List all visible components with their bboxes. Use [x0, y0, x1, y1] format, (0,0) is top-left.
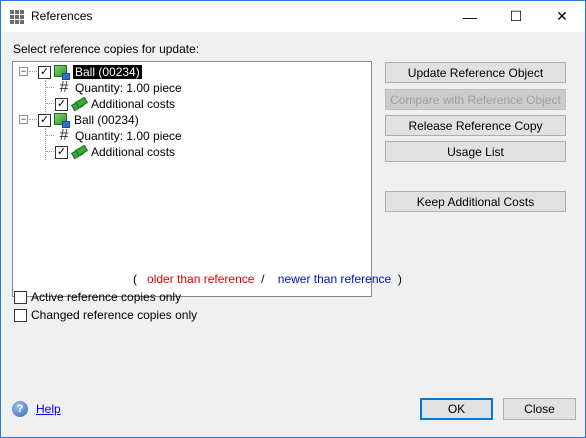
- costs-label: Additional costs: [91, 97, 176, 111]
- tree-node-checkbox[interactable]: ✓: [38, 65, 51, 79]
- money-icon: [70, 144, 89, 160]
- update-reference-object-button[interactable]: Update Reference Object: [385, 62, 566, 83]
- select-label: Select reference copies for update:: [13, 42, 200, 56]
- collapse-icon[interactable]: −: [19, 115, 28, 124]
- part-icon: [54, 112, 70, 128]
- part-icon: [54, 64, 70, 80]
- minimize-button[interactable]: —: [447, 1, 493, 32]
- quantity-label: Quantity: 1.00 piece: [75, 81, 182, 95]
- tree-node-ball-1[interactable]: ✓ Ball (00234): [38, 64, 142, 80]
- app-grid-icon: [10, 10, 24, 24]
- title-bar: References — ☐ ✕: [1, 1, 585, 32]
- tree-node-ball-2[interactable]: ✓ Ball (00234): [38, 112, 139, 128]
- active-only-option[interactable]: Active reference copies only: [14, 290, 181, 304]
- changed-only-option[interactable]: Changed reference copies only: [14, 308, 197, 322]
- hash-icon: #: [59, 79, 69, 96]
- window-title: References: [31, 9, 93, 23]
- tree-node-label: Ball (00234): [74, 113, 139, 127]
- legend-open-paren: (: [133, 272, 137, 286]
- tree-node-checkbox[interactable]: ✓: [55, 145, 68, 159]
- changed-only-label: Changed reference copies only: [31, 308, 198, 322]
- reference-tree[interactable]: − ✓ Ball (00234) # Quantity: 1.00 piece …: [12, 61, 372, 297]
- dialog-content: Select reference copies for update: − ✓ …: [1, 32, 585, 437]
- ok-button[interactable]: OK: [420, 398, 493, 420]
- close-button[interactable]: Close: [503, 398, 576, 420]
- keep-additional-costs-button[interactable]: Keep Additional Costs: [385, 191, 566, 212]
- tree-node-checkbox[interactable]: ✓: [38, 113, 51, 127]
- tree-node-additional-costs[interactable]: ✓ Additional costs: [55, 96, 175, 112]
- changed-only-checkbox[interactable]: [14, 308, 27, 322]
- tree-node-quantity[interactable]: # Quantity: 1.00 piece: [55, 127, 182, 144]
- tree-node-label: Ball (00234): [73, 65, 142, 79]
- maximize-button[interactable]: ☐: [493, 1, 539, 32]
- legend-older: older than reference: [147, 272, 255, 286]
- help-icon[interactable]: ?: [12, 401, 28, 417]
- references-dialog: References — ☐ ✕ Select reference copies…: [0, 0, 586, 438]
- costs-label: Additional costs: [91, 145, 176, 159]
- legend-close-paren: ): [397, 272, 402, 286]
- quantity-label: Quantity: 1.00 piece: [75, 129, 182, 143]
- usage-list-button[interactable]: Usage List: [385, 141, 566, 162]
- help-link[interactable]: Help: [36, 402, 61, 416]
- active-only-checkbox[interactable]: [14, 290, 27, 304]
- compare-with-reference-button[interactable]: Compare with Reference Object: [385, 89, 566, 110]
- tree-node-additional-costs[interactable]: ✓ Additional costs: [55, 144, 175, 160]
- collapse-icon[interactable]: −: [19, 67, 28, 76]
- tree-node-checkbox[interactable]: ✓: [55, 97, 68, 111]
- legend-separator: /: [261, 272, 265, 286]
- money-icon: [70, 96, 89, 112]
- close-window-button[interactable]: ✕: [539, 1, 585, 32]
- color-legend: ( older than reference / newer than refe…: [133, 272, 402, 286]
- legend-newer: newer than reference: [277, 272, 392, 286]
- tree-node-quantity[interactable]: # Quantity: 1.00 piece: [55, 79, 182, 96]
- release-reference-copy-button[interactable]: Release Reference Copy: [385, 115, 566, 136]
- active-only-label: Active reference copies only: [31, 290, 182, 304]
- hash-icon: #: [59, 127, 69, 144]
